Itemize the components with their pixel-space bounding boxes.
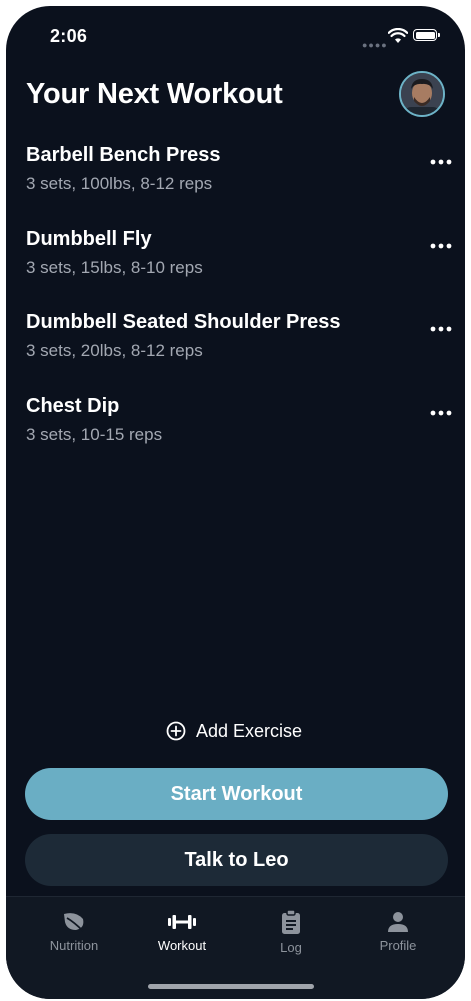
page-title: Your Next Workout: [26, 78, 283, 110]
tab-label: Nutrition: [49, 938, 99, 953]
more-options-button[interactable]: [426, 234, 456, 258]
dumbbell-icon: [168, 915, 196, 929]
more-options-button[interactable]: [426, 150, 456, 174]
add-exercise-label: Add Exercise: [196, 720, 303, 741]
list-item[interactable]: Barbell Bench Press 3 sets, 100lbs, 8-12…: [26, 144, 452, 204]
exercise-name: Barbell Bench Press: [26, 144, 221, 166]
status-time: 2:06: [50, 26, 88, 46]
more-options-button[interactable]: [426, 317, 456, 341]
wifi-icon: [388, 28, 408, 43]
tab-workout[interactable]: Workout: [137, 909, 227, 959]
leaf-icon: [64, 913, 84, 932]
status-bar: 2:06 ●●●●: [6, 6, 465, 56]
tab-label: Log: [280, 940, 302, 955]
ellipsis-icon: [430, 159, 452, 165]
talk-to-coach-button[interactable]: Talk to Leo: [25, 834, 448, 886]
add-exercise-button[interactable]: Add Exercise: [166, 716, 302, 746]
list-item[interactable]: Chest Dip 3 sets, 10-15 reps: [26, 395, 452, 455]
ellipsis-icon: [430, 410, 452, 416]
tab-profile[interactable]: Profile: [353, 909, 443, 959]
ellipsis-icon: [430, 326, 452, 332]
start-workout-button[interactable]: Start Workout: [25, 768, 448, 820]
list-item[interactable]: Dumbbell Fly 3 sets, 15lbs, 8-10 reps: [26, 228, 452, 288]
tab-nutrition[interactable]: Nutrition: [29, 909, 119, 959]
ellipsis-icon: [430, 243, 452, 249]
tab-label: Profile: [379, 938, 417, 953]
tab-label: Workout: [157, 938, 207, 953]
list-item[interactable]: Dumbbell Seated Shoulder Press 3 sets, 2…: [26, 311, 452, 371]
more-options-button[interactable]: [426, 401, 456, 425]
tab-log[interactable]: Log: [246, 909, 336, 959]
coach-avatar-image: [401, 73, 443, 115]
exercise-detail: 3 sets, 15lbs, 8-10 reps: [26, 258, 203, 277]
exercise-detail: 3 sets, 10-15 reps: [26, 425, 163, 444]
exercise-name: Chest Dip: [26, 395, 120, 417]
battery-icon: [413, 29, 440, 41]
phone-screen: 2:06 ●●●● Your Next Workout Barbell Benc…: [6, 6, 465, 999]
home-indicator[interactable]: [148, 984, 314, 989]
exercise-detail: 3 sets, 100lbs, 8-12 reps: [26, 174, 213, 193]
exercise-name: Dumbbell Seated Shoulder Press: [26, 311, 341, 333]
clipboard-icon: [282, 909, 300, 934]
plus-circle-icon: [166, 721, 186, 741]
exercise-detail: 3 sets, 20lbs, 8-12 reps: [26, 341, 203, 360]
avatar[interactable]: [399, 71, 445, 117]
exercise-name: Dumbbell Fly: [26, 228, 152, 250]
cellular-signal-icon: ●●●●: [362, 40, 388, 50]
person-icon: [388, 912, 408, 932]
